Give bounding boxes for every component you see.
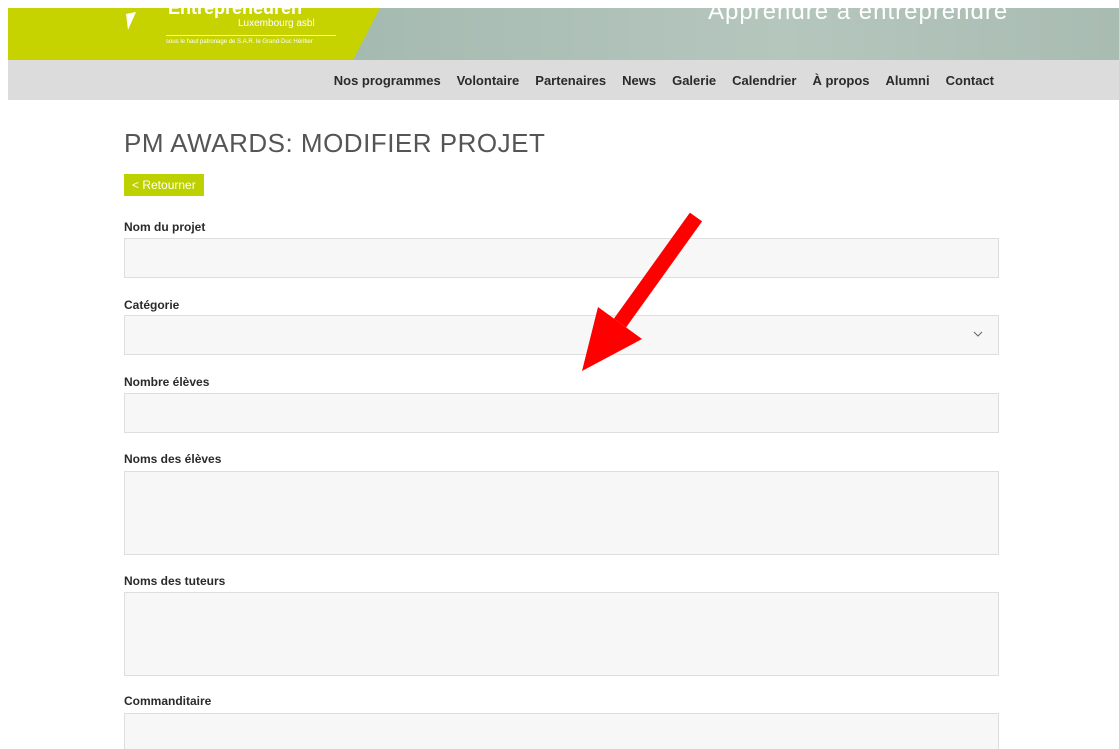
category-select[interactable] — [124, 315, 999, 355]
category-label: Catégorie — [124, 298, 180, 312]
student-count-label: Nombre élèves — [124, 375, 210, 389]
student-count-input[interactable] — [124, 393, 999, 433]
brand-divider — [166, 35, 336, 36]
student-names-label: Noms des élèves — [124, 452, 222, 466]
nav-item-partenaires[interactable]: Partenaires — [535, 73, 606, 88]
project-name-input[interactable] — [124, 238, 999, 278]
nav-item-contact[interactable]: Contact — [946, 73, 994, 88]
brand-logo[interactable]: Entrepreneuren Luxembourg asbl sous le h… — [8, 8, 380, 60]
page: Entrepreneuren Luxembourg asbl sous le h… — [8, 8, 1119, 749]
nav-item-alumni[interactable]: Alumni — [886, 73, 930, 88]
nav-item-calendrier[interactable]: Calendrier — [732, 73, 796, 88]
nav-item-a-propos[interactable]: À propos — [812, 73, 869, 88]
page-title: PM AWARDS: MODIFIER PROJET — [124, 128, 546, 158]
header-banner: Entrepreneuren Luxembourg asbl sous le h… — [8, 8, 1119, 60]
site-tagline: Apprendre à entreprendre — [708, 8, 1009, 25]
chevron-down-icon — [973, 331, 983, 337]
main-navbar: Nos programmes Volontaire Partenaires Ne… — [8, 60, 1119, 100]
tutor-names-label: Noms des tuteurs — [124, 574, 226, 588]
nav-item-programmes[interactable]: Nos programmes — [334, 73, 441, 88]
sponsor-label: Commanditaire — [124, 694, 212, 708]
back-button[interactable]: < Retourner — [124, 174, 204, 196]
nav-item-volontaire[interactable]: Volontaire — [457, 73, 520, 88]
student-names-textarea[interactable] — [124, 471, 999, 555]
tutor-names-textarea[interactable] — [124, 592, 999, 676]
brand-patronage: sous le haut patronage de S.A.R. le Gran… — [166, 39, 313, 45]
project-name-label: Nom du projet — [124, 220, 206, 234]
nav-item-news[interactable]: News — [622, 73, 656, 88]
brand-subtitle: Luxembourg asbl — [238, 18, 315, 29]
main-nav: Nos programmes Volontaire Partenaires Ne… — [334, 60, 994, 100]
sponsor-input[interactable] — [124, 713, 999, 749]
nav-item-galerie[interactable]: Galerie — [672, 73, 716, 88]
